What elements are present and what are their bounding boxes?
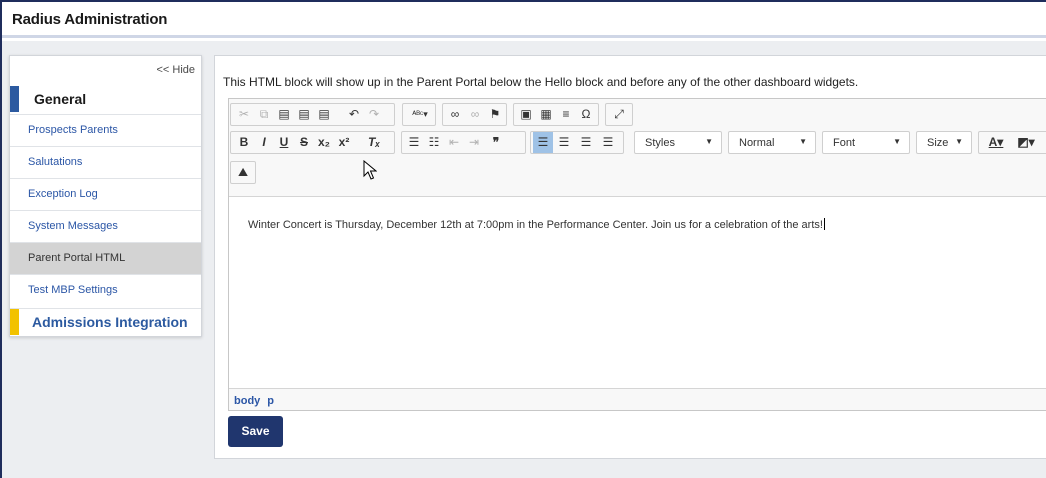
app-title: Radius Administration xyxy=(12,11,168,28)
sidebar-item-label: Prospects Parents xyxy=(28,124,118,136)
chevron-down-icon: ▼ xyxy=(955,137,963,146)
format-dropdown-label: Normal xyxy=(739,137,775,149)
align-left-icon[interactable]: ☰ xyxy=(533,132,553,153)
superscript-icon[interactable]: x² xyxy=(334,132,354,153)
page-description: This HTML block will show up in the Pare… xyxy=(223,75,859,89)
section-accent-bar xyxy=(10,86,19,112)
sidebar-item-test-mbp-settings[interactable]: Test MBP Settings xyxy=(10,274,201,306)
spellcheck-group: ᴬᴮᶜ▾ xyxy=(402,103,436,126)
remove-format-icon[interactable]: Tₓ xyxy=(364,132,384,153)
bulleted-list-icon[interactable]: ☷ xyxy=(424,132,444,153)
table-icon[interactable]: ▦ xyxy=(536,104,556,125)
path-p[interactable]: p xyxy=(267,395,274,407)
format-dropdown[interactable]: Normal ▼ xyxy=(728,131,816,154)
sidebar-item-prospects-parents[interactable]: Prospects Parents xyxy=(10,114,201,146)
basic-style-group: B I U S x₂ x² Tₓ xyxy=(230,131,395,154)
sidebar-item-system-messages[interactable]: System Messages xyxy=(10,210,201,242)
main-panel: This HTML block will show up in the Pare… xyxy=(214,55,1046,459)
editor-text[interactable]: Winter Concert is Thursday, December 12t… xyxy=(248,218,825,231)
section-label: Admissions Integration xyxy=(32,314,188,330)
title-bar: Radius Administration xyxy=(2,2,1046,38)
list-group: ☰ ☷ ⇤ ⇥ ❞ xyxy=(401,131,526,154)
styles-dropdown-label: Styles xyxy=(645,137,675,149)
align-group: ☰ ☰ ☰ ☰ xyxy=(530,131,624,154)
background-color-icon[interactable]: ◩▾ xyxy=(1011,132,1041,153)
sidebar-item-label: Parent Portal HTML xyxy=(28,252,126,264)
insert-group: ▣ ▦ ≡ Ω xyxy=(513,103,599,126)
sidebar-item-label: Salutations xyxy=(28,156,83,168)
sidebar-item-salutations[interactable]: Salutations xyxy=(10,146,201,178)
undo-icon[interactable]: ↶ xyxy=(344,104,364,125)
align-center-icon[interactable]: ☰ xyxy=(554,132,574,153)
spellcheck-icon[interactable]: ᴬᴮᶜ▾ xyxy=(405,104,435,125)
italic-icon[interactable]: I xyxy=(254,132,274,153)
decrease-indent-icon[interactable]: ⇤ xyxy=(444,132,464,153)
redo-icon[interactable]: ↷ xyxy=(364,104,384,125)
link-group: ∞ ∞ ⚑ xyxy=(442,103,507,126)
sidebar-item-label: Exception Log xyxy=(28,188,98,200)
numbered-list-icon[interactable]: ☰ xyxy=(404,132,424,153)
align-right-icon[interactable]: ☰ xyxy=(576,132,596,153)
subscript-icon[interactable]: x₂ xyxy=(314,132,334,153)
path-body[interactable]: body xyxy=(234,395,260,407)
paste-icon[interactable]: ▤ xyxy=(274,104,294,125)
sidebar-item-exception-log[interactable]: Exception Log xyxy=(10,178,201,210)
toolbar-row-2: B I U S x₂ x² Tₓ ☰ ☷ ⇤ ⇥ ❞ ☰ ☰ ☰ ☰ Style… xyxy=(229,129,1046,157)
underline-icon[interactable]: U xyxy=(274,132,294,153)
chevron-down-icon: ▼ xyxy=(799,137,807,146)
justify-icon[interactable]: ☰ xyxy=(598,132,618,153)
anchor-flag-icon[interactable]: ⚑ xyxy=(485,104,505,125)
chevron-down-icon: ▼ xyxy=(705,137,713,146)
editor-paragraph: Winter Concert is Thursday, December 12t… xyxy=(248,219,823,231)
clipboard-group: ✂ ⧉ ▤ ▤ ▤ ↶ ↷ xyxy=(230,103,395,126)
paste-text-icon[interactable]: ▤ xyxy=(294,104,314,125)
element-path-bar: body p xyxy=(234,395,281,407)
bold-icon[interactable]: B xyxy=(234,132,254,153)
image-icon[interactable]: ▣ xyxy=(516,104,536,125)
save-button[interactable]: Save xyxy=(228,416,283,447)
link-icon[interactable]: ∞ xyxy=(445,104,465,125)
paste-word-icon[interactable]: ▤ xyxy=(314,104,334,125)
increase-indent-icon[interactable]: ⇥ xyxy=(464,132,484,153)
mouse-pointer-icon xyxy=(363,160,377,180)
sidebar: << Hide General Prospects Parents Saluta… xyxy=(9,55,202,337)
chevron-down-icon: ▼ xyxy=(893,137,901,146)
styles-dropdown[interactable]: Styles ▼ xyxy=(634,131,722,154)
insert-media-icon[interactable]: ⛰ xyxy=(233,162,253,183)
media-group: ⛰ xyxy=(230,161,256,184)
font-dropdown-label: Font xyxy=(833,137,856,149)
horizontal-line-icon[interactable]: ≡ xyxy=(556,104,576,125)
blockquote-icon[interactable]: ❞ xyxy=(486,132,506,153)
maximize-group: ⤢ xyxy=(605,103,633,126)
unlink-icon[interactable]: ∞ xyxy=(465,104,485,125)
sidebar-section-general[interactable]: General xyxy=(10,86,201,112)
rich-text-editor: ✂ ⧉ ▤ ▤ ▤ ↶ ↷ ᴬᴮᶜ▾ ∞ ∞ ⚑ ▣ ▦ ≡ Ω ⤢ B I U… xyxy=(228,98,1046,411)
text-caret xyxy=(823,218,825,230)
maximize-icon[interactable]: ⤢ xyxy=(609,104,629,125)
color-group: A▾ ◩▾ xyxy=(978,131,1046,154)
sidebar-item-label: Test MBP Settings xyxy=(28,284,118,296)
hide-sidebar-link[interactable]: << Hide xyxy=(156,64,195,76)
font-dropdown[interactable]: Font ▼ xyxy=(822,131,910,154)
size-dropdown-label: Size xyxy=(927,137,949,149)
copy-icon[interactable]: ⧉ xyxy=(254,104,274,125)
size-dropdown[interactable]: Size ▼ xyxy=(916,131,972,154)
section-accent-bar xyxy=(10,309,19,335)
editor-content-area[interactable]: Winter Concert is Thursday, December 12t… xyxy=(229,196,1046,389)
special-character-icon[interactable]: Ω xyxy=(576,104,596,125)
sidebar-item-parent-portal-html[interactable]: Parent Portal HTML xyxy=(10,242,201,274)
strikethrough-icon[interactable]: S xyxy=(294,132,314,153)
section-label: General xyxy=(34,91,87,107)
sidebar-item-label: System Messages xyxy=(28,220,118,232)
cut-icon[interactable]: ✂ xyxy=(234,104,254,125)
sidebar-section-admissions-integration[interactable]: Admissions Integration xyxy=(10,308,201,335)
text-color-icon[interactable]: A▾ xyxy=(982,132,1010,153)
